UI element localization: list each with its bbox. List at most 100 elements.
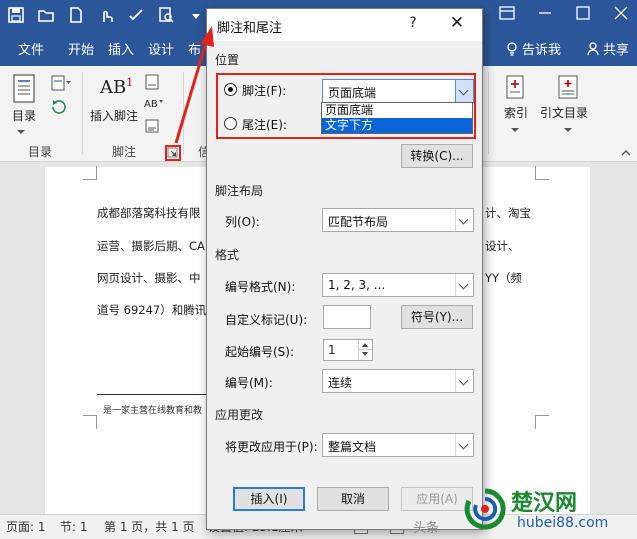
minimize-icon[interactable]: [533, 4, 557, 26]
columns-label: 列(O):: [225, 215, 260, 229]
ribbon-separator: [82, 72, 83, 154]
mark-citation-icon[interactable]: [556, 74, 580, 103]
start-at-value: 1: [328, 343, 336, 357]
ab-superscript: 1: [126, 76, 134, 89]
convert-button[interactable]: 转换(C)...: [401, 144, 473, 168]
authorities-dropdown-icon[interactable]: [563, 122, 573, 136]
save-icon[interactable]: [6, 6, 26, 26]
tell-me-label: 告诉我: [521, 43, 561, 58]
open-folder-icon[interactable]: [36, 6, 56, 26]
insert-endnote-icon[interactable]: [144, 74, 162, 93]
cancel-button[interactable]: 取消: [317, 487, 389, 511]
tab-home[interactable]: 开始: [68, 36, 94, 66]
document-line-1-right: 计、淘宝: [485, 206, 531, 220]
tab-design[interactable]: 设计: [148, 36, 174, 66]
ribbon-display-icon[interactable]: [495, 4, 519, 26]
footnote-dialog-launcher[interactable]: [165, 145, 181, 161]
spelling-check-icon[interactable]: [126, 6, 146, 26]
table-of-contents-icon[interactable]: [12, 74, 38, 107]
add-text-icon[interactable]: [50, 74, 72, 95]
new-document-icon[interactable]: [66, 6, 86, 26]
window-close-icon[interactable]: [609, 4, 633, 26]
toc-dropdown-icon[interactable]: [16, 124, 26, 138]
document-line-2-right: 设计、: [485, 239, 520, 253]
update-table-icon[interactable]: [50, 98, 68, 119]
insert-footnote-button[interactable]: 插入脚注: [90, 107, 138, 124]
numbering-select[interactable]: 连续: [322, 369, 474, 393]
dialog-title-bar: 脚注和尾注 ? ✕: [207, 9, 482, 41]
format-section-title: 格式: [215, 248, 240, 262]
share-button[interactable]: 共享: [587, 36, 629, 66]
insert-button[interactable]: 插入(I): [233, 487, 305, 511]
svg-text:AB: AB: [144, 99, 158, 110]
custom-mark-label: 自定义标记(U):: [225, 313, 308, 327]
start-at-label: 起始编号(S):: [225, 345, 295, 359]
customize-toolbar-icon[interactable]: [186, 6, 206, 26]
ab-icon-text: AB: [100, 77, 127, 98]
ribbon-separator: [183, 72, 184, 154]
table-of-authorities-button[interactable]: 引文目录: [540, 104, 588, 121]
chevron-down-icon[interactable]: [455, 370, 473, 392]
document-line-2: 运营、摄影后期、CA: [97, 239, 205, 253]
custom-mark-input[interactable]: [323, 305, 371, 329]
tab-insert[interactable]: 插入: [108, 36, 134, 66]
help-button[interactable]: ?: [405, 15, 421, 31]
insert-footnote-icon[interactable]: AB1: [100, 76, 133, 98]
touch-mode-icon[interactable]: [96, 6, 116, 26]
status-page[interactable]: 页面: 1: [6, 515, 46, 539]
lightbulb-icon: [506, 42, 522, 58]
status-section[interactable]: 节: 1: [60, 515, 88, 539]
status-page-count[interactable]: 第 1 页，共 1 页: [104, 515, 195, 539]
spin-down-icon[interactable]: [359, 350, 372, 360]
columns-value: 匹配节布局: [328, 215, 389, 229]
location-section-title: 位置: [215, 53, 240, 67]
footnote-separator: [97, 394, 217, 395]
number-format-value: 1, 2, 3, ...: [328, 278, 386, 292]
chevron-down-icon[interactable]: [455, 434, 473, 456]
chevron-down-icon[interactable]: [455, 209, 473, 231]
show-notes-icon[interactable]: [144, 118, 160, 137]
chevron-down-icon[interactable]: [455, 274, 473, 296]
tab-layout[interactable]: 布: [188, 36, 201, 66]
watermark-tag: 头条: [413, 521, 440, 536]
tab-file[interactable]: 文件: [18, 36, 44, 66]
numbering-value: 连续: [328, 376, 353, 390]
share-label: 共享: [602, 43, 629, 58]
number-format-label: 编号格式(N):: [225, 280, 296, 294]
crop-mark: [535, 166, 549, 180]
person-icon: [587, 42, 603, 58]
start-at-spinner[interactable]: 1: [323, 339, 373, 361]
document-line-1: 成都部落窝科技有限: [97, 206, 201, 220]
footnotes-group-label: 脚注: [112, 145, 137, 159]
collapse-ribbon-icon[interactable]: [620, 146, 632, 160]
maximize-icon[interactable]: [571, 4, 595, 26]
document-line-4: 道号 69247）和腾讯: [97, 303, 207, 317]
mark-entry-icon[interactable]: [504, 74, 526, 103]
symbol-button[interactable]: 符号(Y)...: [401, 305, 473, 329]
footnote-text: 是一家主营在线教育和教: [103, 406, 203, 416]
index-button[interactable]: 索引: [504, 104, 528, 121]
watermark-logo: 楚汉网 hubei88.com 头条: [413, 485, 633, 536]
watermark-url: hubei88.com: [517, 515, 609, 531]
annotation-highlight-box: [216, 73, 476, 139]
document-line-3: 网页设计、摄影、中: [97, 271, 201, 285]
dialog-close-button[interactable]: ✕: [447, 13, 467, 33]
print-preview-icon[interactable]: [156, 6, 176, 26]
crop-mark: [83, 415, 97, 429]
apply-to-label: 将更改应用于(P):: [225, 440, 318, 454]
number-format-select[interactable]: 1, 2, 3, ...: [322, 273, 474, 297]
next-footnote-icon[interactable]: AB: [144, 96, 164, 113]
ribbon-separator: [488, 72, 489, 154]
dialog-title: 脚注和尾注: [217, 21, 283, 36]
apply-to-select[interactable]: 整篇文档: [322, 433, 474, 457]
layout-section-title: 脚注布局: [215, 184, 264, 198]
spin-up-icon[interactable]: [359, 340, 372, 350]
tell-me-search[interactable]: 告诉我: [506, 36, 561, 66]
index-dropdown-icon[interactable]: [510, 122, 520, 136]
columns-select[interactable]: 匹配节布局: [322, 208, 474, 232]
apply-section-title: 应用更改: [215, 408, 264, 422]
toc-group-label: 目录: [28, 145, 53, 159]
spinner-buttons: [358, 340, 372, 360]
quick-access-toolbar: [6, 6, 206, 26]
toc-button[interactable]: 目录: [12, 107, 36, 124]
